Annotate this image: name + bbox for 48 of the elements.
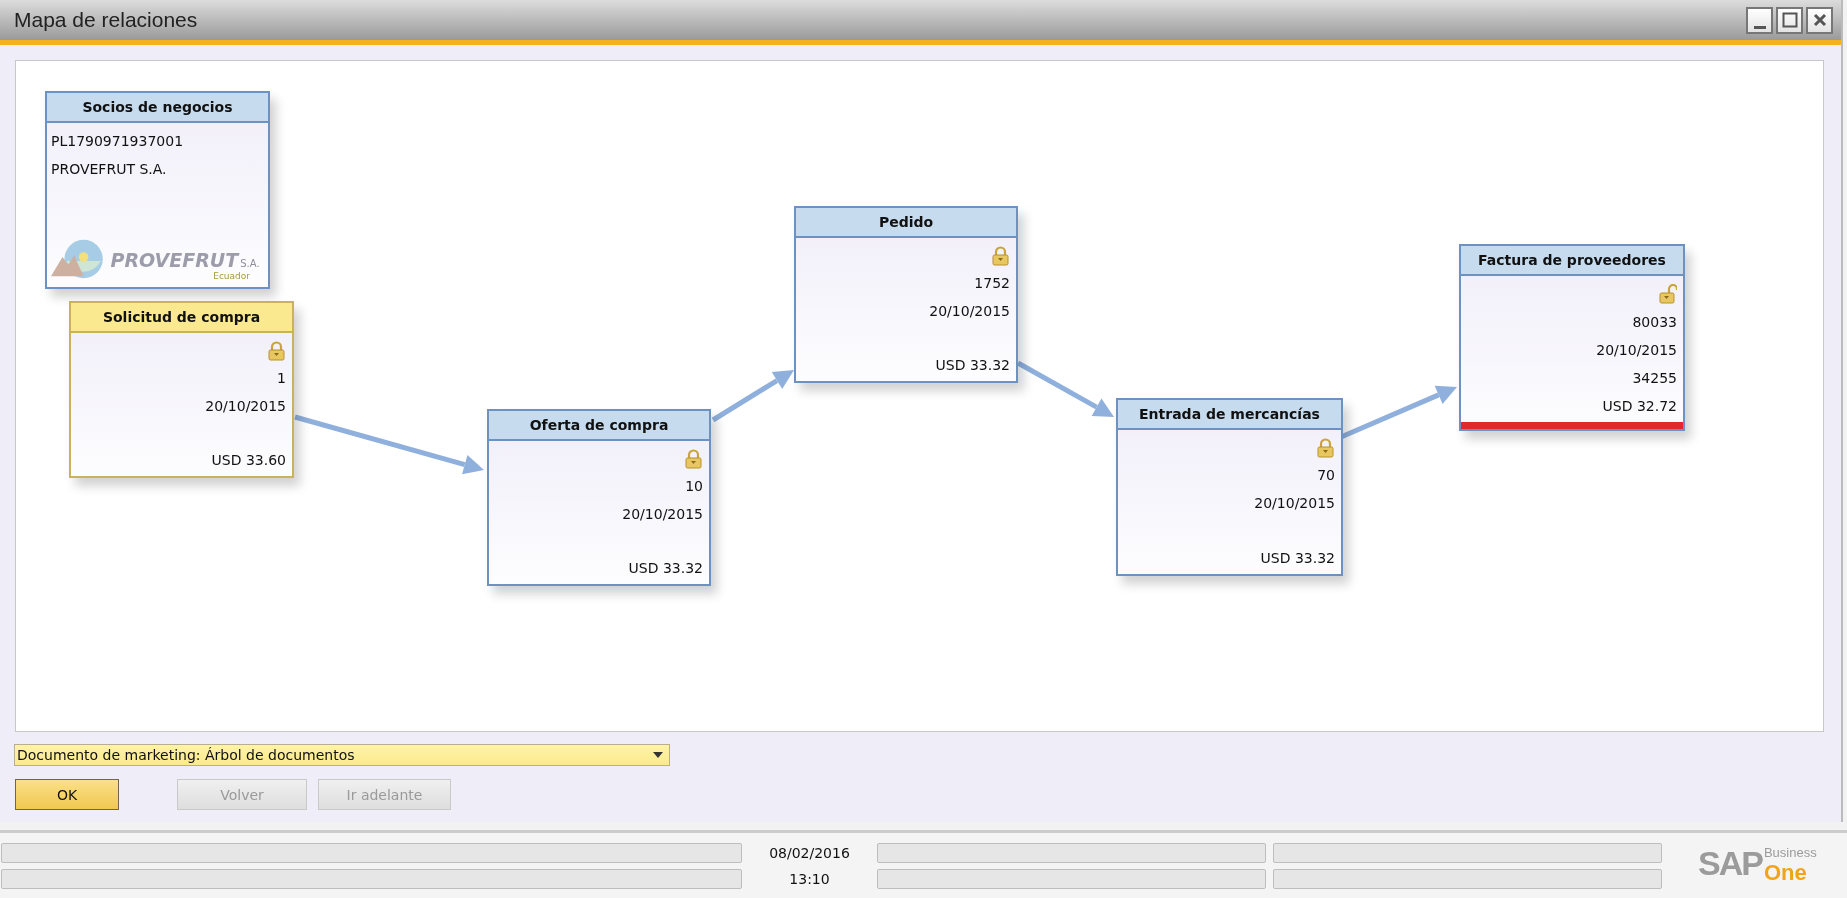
document-amount: USD 33.60	[211, 452, 286, 469]
document-number: 1	[277, 370, 286, 387]
document-date: 20/10/2015	[622, 505, 703, 522]
logo-text: One	[1763, 860, 1808, 886]
document-number: 10	[685, 478, 703, 495]
document-date: 20/10/2015	[929, 302, 1010, 319]
document-date: 20/10/2015	[1254, 495, 1335, 511]
card-header: Oferta de compra	[489, 411, 709, 441]
logo-text: PROVEFRUT	[110, 249, 239, 271]
partner-detail: PROVEFRUT S.A.	[51, 160, 168, 179]
ok-button[interactable]: OK	[15, 779, 119, 810]
document-date: 20/10/2015	[1596, 342, 1677, 358]
card-header: Factura de proveedores	[1461, 246, 1683, 276]
minimize-icon	[1753, 25, 1766, 29]
minimize-button[interactable]	[1746, 6, 1773, 34]
document-amount: USD 33.32	[935, 357, 1010, 374]
document-amount: USD 33.32	[1260, 550, 1335, 567]
logo-text: S.A.	[240, 258, 260, 269]
document-card[interactable]: Factura de proveedores 80033 20/10/2015 34255 USD 32.72	[1459, 244, 1685, 431]
document-number: 1752	[974, 275, 1010, 292]
document-date: 20/10/2015	[205, 397, 286, 414]
reference-number: 34255	[1632, 370, 1677, 386]
document-card[interactable]: Solicitud de compra 1 20/10/2015 USD 33.60	[69, 301, 294, 478]
logo-text: Business	[1763, 845, 1817, 860]
status-date: 08/02/2016	[769, 843, 850, 863]
card-header: Socios de negocios	[47, 93, 268, 123]
document-card[interactable]: Socios de negocios PL1790971937001 PROVEFRUT S.A. PROVEFRUTS.A. Ecuador	[45, 91, 270, 289]
document-amount: USD 33.32	[628, 560, 703, 577]
card-header: Solicitud de compra	[71, 303, 292, 333]
document-number: 80033	[1632, 314, 1677, 330]
document-card[interactable]: Entrada de mercancías 70 20/10/2015 USD 33.32	[1116, 398, 1343, 576]
card-header: Entrada de mercancías	[1118, 400, 1341, 430]
document-amount: USD 32.72	[1602, 398, 1677, 414]
card-header: Pedido	[796, 208, 1016, 238]
window-title: Mapa de relaciones	[14, 8, 199, 32]
maximize-button[interactable]	[1776, 6, 1803, 34]
document-card[interactable]: Oferta de compra 10 20/10/2015 USD 33.32	[487, 409, 711, 586]
close-button[interactable]	[1806, 6, 1833, 34]
document-number: 70	[1317, 467, 1335, 484]
partner-detail: PL1790971937001	[51, 132, 185, 151]
logo-text: SAP	[1698, 845, 1762, 881]
view-dropdown[interactable]: Documento de marketing: Árbol de documentos	[14, 744, 670, 766]
logo-caption: Ecuador	[213, 271, 250, 281]
maximize-icon	[1781, 12, 1798, 28]
close-icon	[1812, 13, 1827, 27]
status-time: 13:10	[789, 869, 830, 889]
dropdown-arrow-icon	[652, 751, 664, 759]
document-card[interactable]: Pedido 1752 20/10/2015 USD 33.32	[794, 206, 1018, 383]
